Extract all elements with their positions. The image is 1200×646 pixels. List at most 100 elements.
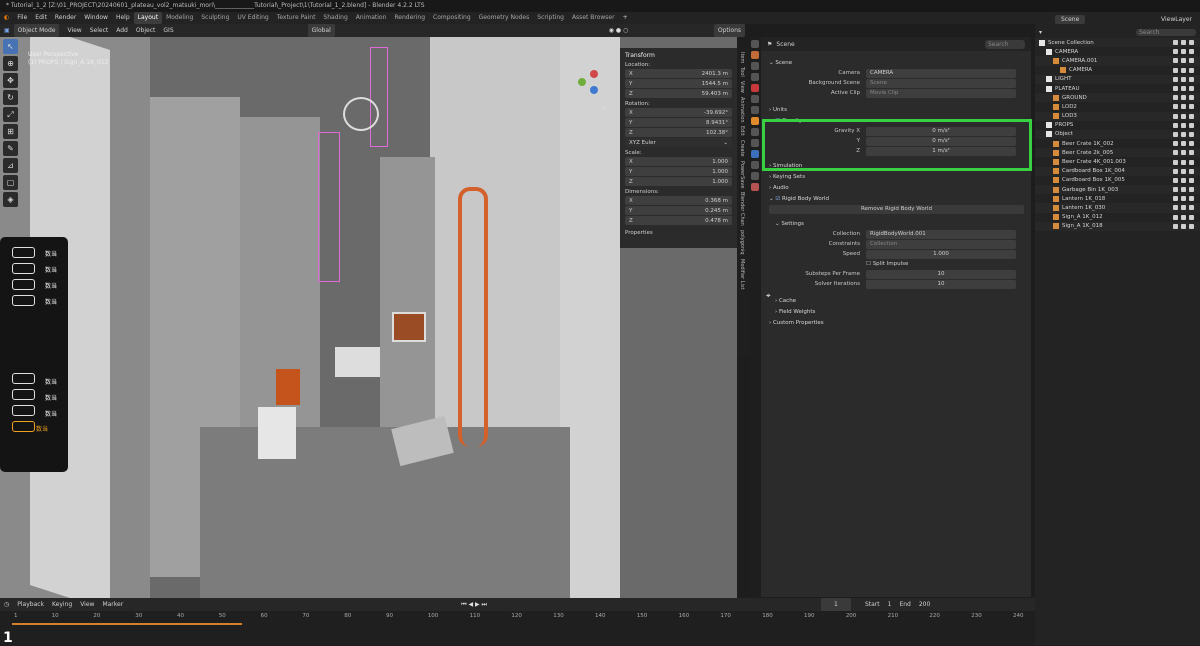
rotation-x-field[interactable]: X -39.692°	[625, 108, 732, 117]
tab-geometry-nodes[interactable]: Geometry Nodes	[475, 12, 534, 24]
object-icon[interactable]	[751, 117, 759, 125]
measure-tool-icon[interactable]: ⊿	[3, 158, 18, 173]
timeline-editor[interactable]: 1 10 20 30 40 50 60 70 80 90 100 110 120 130 140 150 160…	[0, 611, 1035, 646]
current-frame-field[interactable]: 1	[820, 598, 851, 611]
menu-view-timeline[interactable]: View	[76, 598, 98, 611]
outliner-row[interactable]: CAMERA	[1035, 66, 1200, 75]
outliner-row[interactable]: Cardboard Box 1K_004	[1035, 166, 1200, 176]
visibility-toggles-icon[interactable]	[1173, 168, 1200, 174]
world-icon[interactable]	[751, 95, 759, 103]
controller-item-icon[interactable]	[12, 373, 35, 384]
menu-playback[interactable]: Playback	[13, 598, 48, 611]
visibility-toggles-icon[interactable]	[1173, 196, 1200, 202]
tab-modeling[interactable]: Modeling	[162, 12, 197, 24]
material-icon[interactable]	[751, 183, 759, 191]
cache-subsection[interactable]: › Cache	[761, 295, 1031, 306]
scene-section[interactable]: ⌄ Scene	[761, 57, 1031, 68]
z-axis-icon[interactable]	[590, 86, 598, 94]
units-section[interactable]: › Units	[761, 104, 1031, 115]
custom-properties-section[interactable]: › Custom Properties	[761, 317, 1031, 328]
outliner-search[interactable]: Search	[1136, 28, 1196, 36]
tab-uv-editing[interactable]: UV Editing	[233, 12, 272, 24]
audio-section[interactable]: › Audio	[761, 182, 1031, 193]
tab-shading[interactable]: Shading	[319, 12, 351, 24]
properties-search[interactable]: Search	[985, 39, 1025, 49]
menu-object[interactable]: Object	[132, 24, 160, 37]
tab-sculpting[interactable]: Sculpting	[197, 12, 233, 24]
outliner-row[interactable]: Sign_A 1K_012	[1035, 213, 1200, 222]
visibility-toggles-icon[interactable]	[1173, 177, 1200, 183]
editor-type-icon[interactable]: ▣	[0, 24, 14, 37]
zoom-icon[interactable]: ⌕	[602, 104, 606, 114]
tab-polygoniq[interactable]: polygoniq	[739, 230, 745, 255]
controller-item-icon[interactable]	[12, 389, 35, 400]
controller-item-icon[interactable]	[12, 279, 35, 290]
tab-item[interactable]: Item	[739, 52, 745, 63]
visibility-toggles-icon[interactable]	[1173, 76, 1200, 82]
remove-rigid-body-world-button[interactable]: Remove Rigid Body World	[769, 204, 1024, 214]
gis-menu[interactable]: GIS	[159, 24, 177, 37]
menu-file[interactable]: File	[13, 12, 31, 24]
rigid-body-checkbox[interactable]: ☑	[775, 196, 782, 202]
visibility-toggles-icon[interactable]	[1173, 67, 1200, 73]
visibility-toggles-icon[interactable]	[1173, 214, 1200, 220]
rotation-z-field[interactable]: Z 102.38°	[625, 128, 732, 137]
transform-header[interactable]: Transform	[625, 52, 732, 59]
render-icon[interactable]	[751, 51, 759, 59]
scale-y-field[interactable]: Y 1.000	[625, 167, 732, 176]
select-tool-icon[interactable]: ↖	[3, 39, 18, 54]
particles-icon[interactable]	[751, 139, 759, 147]
rotation-y-field[interactable]: Y 8.9431°	[625, 118, 732, 127]
extra-tool-icon[interactable]: ◈	[3, 192, 18, 207]
y-axis-icon[interactable]	[578, 78, 586, 86]
tab-tool[interactable]: Tool	[739, 67, 745, 77]
visibility-toggles-icon[interactable]	[1173, 187, 1200, 193]
collection-field[interactable]: RigidBodyWorld.001	[866, 229, 1016, 239]
scale-z-field[interactable]: Z 1.000	[625, 177, 732, 186]
solver-field[interactable]: 10	[866, 279, 1016, 289]
output-icon[interactable]	[751, 62, 759, 70]
settings-subsection[interactable]: ⌄ Settings	[761, 218, 1031, 229]
location-y-field[interactable]: Y 1544.5 m	[625, 79, 732, 88]
outliner-row[interactable]: LIGHT	[1035, 74, 1200, 84]
scene-icon[interactable]	[751, 84, 759, 92]
outliner-row[interactable]: Object	[1035, 129, 1200, 140]
constraints-field[interactable]: Collection	[866, 239, 1016, 249]
visibility-toggles-icon[interactable]	[1173, 86, 1200, 92]
visibility-toggles-icon[interactable]	[1173, 58, 1200, 64]
outliner-row[interactable]: PROPS	[1035, 121, 1200, 130]
menu-marker[interactable]: Marker	[98, 598, 127, 611]
outliner-row[interactable]: LOD3	[1035, 111, 1200, 121]
visibility-toggles-icon[interactable]	[1173, 159, 1200, 165]
rotate-tool-icon[interactable]: ↻	[3, 90, 18, 105]
outliner-row[interactable]: Sign_A 1K_018	[1035, 221, 1200, 231]
visibility-toggles-icon[interactable]	[1173, 131, 1200, 137]
tab-modifier-list[interactable]: Modifier List	[739, 259, 745, 290]
outliner-row[interactable]: Beer Crate 4K_001.003	[1035, 157, 1200, 166]
tab-blender-chan[interactable]: Blender Chan	[739, 192, 745, 226]
menu-render[interactable]: Render	[51, 12, 80, 24]
add-cube-tool-icon[interactable]: ▢	[3, 175, 18, 190]
substeps-field[interactable]: 10	[866, 269, 1016, 279]
visibility-toggles-icon[interactable]	[1173, 150, 1200, 156]
tab-layout[interactable]: Layout	[133, 12, 163, 24]
dimensions-x-field[interactable]: X 0.368 m	[625, 196, 732, 205]
modifier-icon[interactable]	[751, 128, 759, 136]
outliner-row[interactable]: CAMERA	[1035, 47, 1200, 56]
x-axis-icon[interactable]	[590, 70, 598, 78]
controller-item-icon[interactable]	[12, 247, 35, 258]
visibility-toggles-icon[interactable]	[1173, 49, 1200, 55]
controller-item-icon[interactable]	[12, 263, 35, 274]
move-tool-icon[interactable]: ✥	[3, 73, 18, 88]
controller-item-active-icon[interactable]	[12, 421, 35, 432]
dimensions-y-field[interactable]: Y 0.245 m	[625, 206, 732, 215]
scale-tool-icon[interactable]: ⤢	[3, 107, 18, 122]
tab-edit[interactable]: Edit	[739, 126, 745, 136]
outliner-row[interactable]: PLATEAU	[1035, 84, 1200, 93]
controller-item-icon[interactable]	[12, 405, 35, 416]
scene-selector[interactable]: Scene	[1055, 14, 1086, 24]
blender-logo-icon[interactable]: ◐	[0, 12, 13, 24]
viewlayer-selector[interactable]: ViewLayer	[1161, 16, 1192, 23]
tab-rendering[interactable]: Rendering	[390, 12, 429, 24]
visibility-toggles-icon[interactable]	[1173, 113, 1200, 119]
